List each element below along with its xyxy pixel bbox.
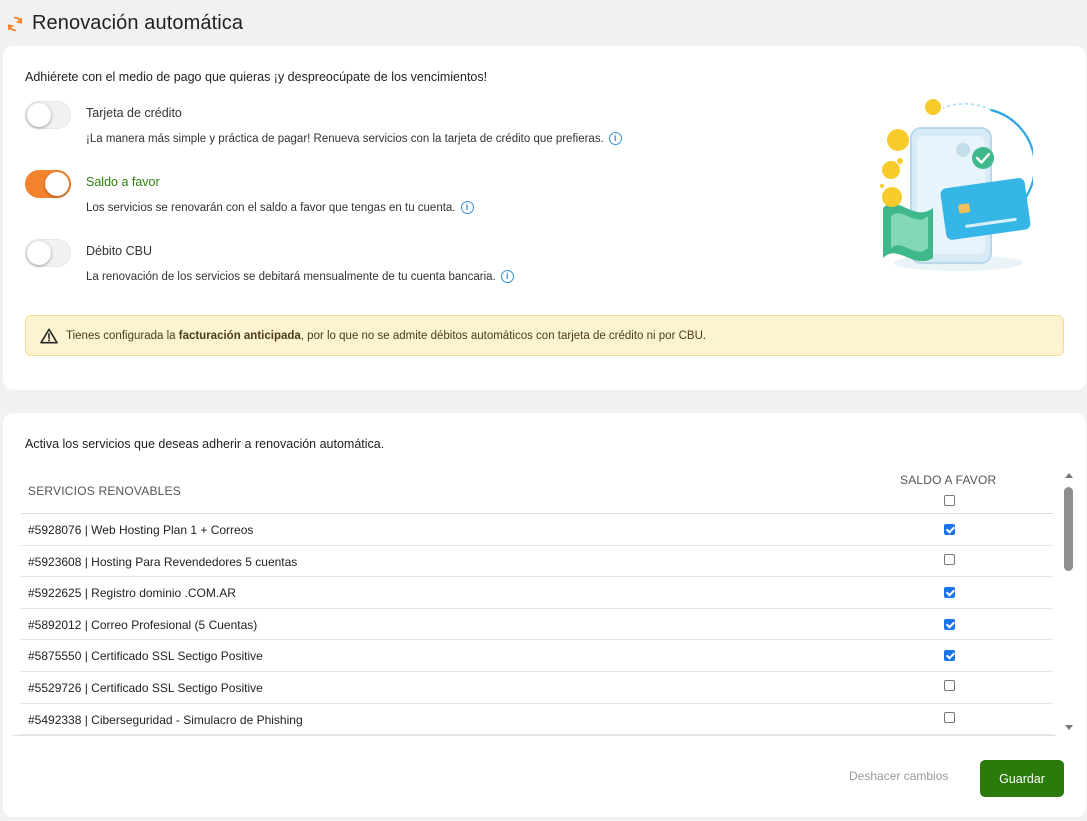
payment-illustration	[880, 99, 1033, 271]
toggle-knob	[45, 172, 69, 196]
saldo-checkbox[interactable]	[944, 650, 955, 662]
service-label: #5923608 | Hosting Para Revendedores 5 c…	[28, 554, 298, 569]
table-row: #5529726 | Certificado SSL Sectigo Posit…	[21, 672, 1053, 704]
table-bottom-divider	[13, 735, 1056, 736]
services-table-body: #5928076 | Web Hosting Plan 1 + Correos …	[21, 514, 1053, 736]
warning-icon	[40, 328, 58, 343]
option-title: Saldo a favor	[86, 175, 160, 189]
scroll-up-arrow-icon[interactable]	[1065, 473, 1073, 478]
table-row: #5922625 | Registro dominio .COM.AR	[21, 577, 1053, 609]
service-label: #5928076 | Web Hosting Plan 1 + Correos	[28, 523, 254, 537]
info-icon[interactable]: i	[500, 270, 514, 283]
table-row: #5928076 | Web Hosting Plan 1 + Correos	[21, 514, 1053, 546]
option-description: Los servicios se renovarán con el saldo …	[86, 201, 474, 214]
service-label: #5875550 | Certificado SSL Sectigo Posit…	[28, 649, 263, 664]
credit-card-toggle[interactable]	[25, 101, 71, 129]
toggle-knob	[27, 103, 51, 127]
refresh-icon	[7, 16, 23, 32]
saldo-checkbox[interactable]	[944, 711, 955, 723]
alert-prefix: Tienes configurada la	[66, 329, 179, 342]
option-description: ¡La manera más simple y práctica de paga…	[86, 132, 622, 145]
info-icon[interactable]: i	[608, 132, 622, 145]
table-row: #5892012 | Correo Profesional (5 Cuentas…	[21, 609, 1053, 641]
table-row: #5492338 | Ciberseguridad - Simulacro de…	[21, 704, 1053, 736]
option-saldo-a-favor: Saldo a favor Los servicios se renovarán…	[25, 170, 785, 230]
column-saldo-header: SALDO A FAVOR	[900, 473, 997, 487]
select-all-checkbox[interactable]	[944, 495, 955, 506]
option-credit-card: Tarjeta de crédito ¡La manera más simple…	[25, 101, 785, 161]
service-label: #5529726 | Certificado SSL Sectigo Posit…	[28, 680, 263, 695]
info-icon[interactable]: i	[460, 201, 474, 214]
services-table-header: SERVICIOS RENOVABLES SALDO A FAVOR	[28, 473, 1056, 513]
scroll-down-arrow-icon[interactable]	[1065, 725, 1073, 730]
table-row: #5875550 | Certificado SSL Sectigo Posit…	[21, 640, 1053, 672]
billing-alert: Tienes configurada la facturación antici…	[25, 315, 1064, 356]
saldo-checkbox[interactable]	[944, 553, 955, 565]
option-title: Tarjeta de crédito	[86, 106, 182, 120]
services-intro: Activa los servicios que deseas adherir …	[25, 437, 385, 451]
save-button[interactable]: Guardar	[980, 760, 1064, 797]
saldo-checkbox[interactable]	[944, 587, 955, 599]
payment-intro: Adhiérete con el medio de pago que quier…	[25, 70, 488, 84]
option-description-text: Los servicios se renovarán con el saldo …	[86, 201, 456, 214]
scroll-thumb[interactable]	[1064, 487, 1073, 571]
table-scrollbar[interactable]	[1062, 471, 1076, 735]
saldo-checkbox[interactable]	[944, 679, 955, 691]
option-debito-cbu: Débito CBU La renovación de los servicio…	[25, 239, 785, 299]
toggle-knob	[27, 241, 51, 265]
services-card: Activa los servicios que deseas adherir …	[3, 413, 1086, 817]
table-row: #5923608 | Hosting Para Revendedores 5 c…	[21, 546, 1053, 578]
page-header: Renovación automática	[0, 0, 1087, 46]
service-label: #5492338 | Ciberseguridad - Simulacro de…	[28, 712, 303, 727]
undo-changes-button[interactable]: Deshacer cambios	[849, 769, 948, 783]
debito-cbu-toggle[interactable]	[25, 239, 71, 267]
saldo-checkbox[interactable]	[944, 524, 955, 535]
alert-highlight: facturación anticipada	[178, 329, 301, 342]
column-services-header: SERVICIOS RENOVABLES	[28, 484, 181, 498]
service-label: #5922625 | Registro dominio .COM.AR	[28, 586, 236, 601]
option-description-text: La renovación de los servicios se debita…	[86, 270, 496, 283]
page-title: Renovación automática	[32, 11, 244, 34]
option-description: La renovación de los servicios se debita…	[86, 270, 514, 283]
option-title: Débito CBU	[86, 244, 152, 258]
alert-text: Tienes configurada la facturación antici…	[66, 330, 706, 342]
service-label: #5892012 | Correo Profesional (5 Cuentas…	[28, 617, 258, 632]
payment-methods-card: Adhiérete con el medio de pago que quier…	[3, 46, 1086, 390]
saldo-a-favor-toggle[interactable]	[25, 170, 71, 198]
option-description-text: ¡La manera más simple y práctica de paga…	[86, 132, 604, 145]
saldo-checkbox[interactable]	[944, 618, 955, 630]
alert-suffix: , por lo que no se admite débitos automá…	[300, 329, 707, 342]
